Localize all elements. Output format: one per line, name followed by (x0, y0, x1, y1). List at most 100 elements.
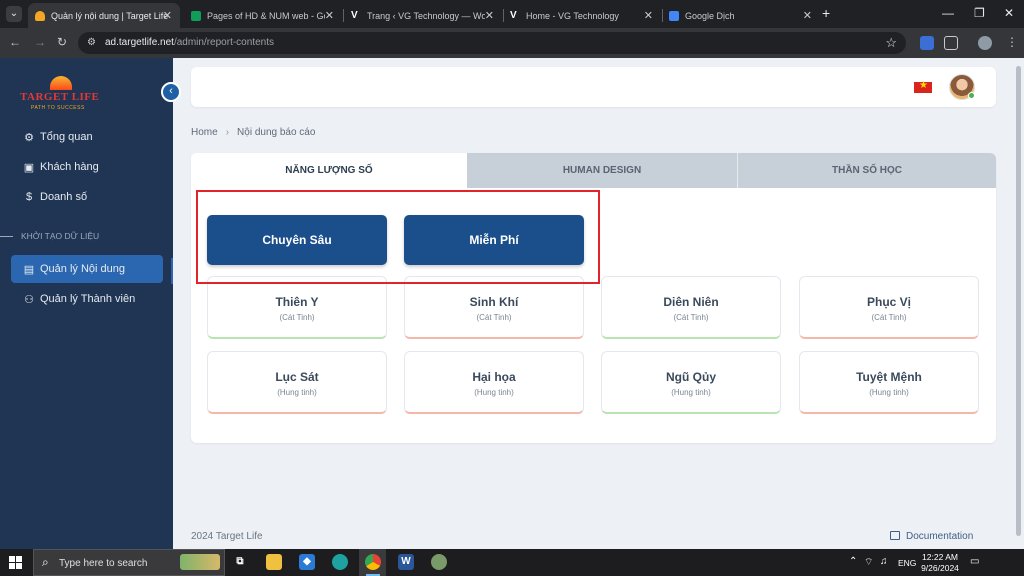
browser-menu-icon[interactable]: ⋮ (1006, 35, 1018, 49)
sidebar-item-label: Doanh số (40, 191, 88, 203)
minimize-icon[interactable]: — (942, 6, 954, 20)
volume-icon[interactable]: ♫ (880, 556, 888, 567)
windows-start-icon[interactable] (9, 556, 22, 569)
collapse-sidebar-icon[interactable]: ‹ (161, 82, 181, 102)
maximize-icon[interactable]: ❐ (974, 6, 985, 20)
sidebar-section-title: KHỞI TẠO DỮ LIỆU (0, 230, 173, 244)
app-icon[interactable] (431, 554, 447, 570)
reload-icon[interactable]: ↻ (57, 35, 67, 49)
documentation-icon (890, 531, 900, 540)
browser-tab-3[interactable]: V Trang ‹ VG Technology — Word ✕ (344, 3, 502, 28)
sidebar-item-revenue[interactable]: $ Doanh số (11, 183, 163, 211)
task-view-icon[interactable]: ⧉ (232, 554, 248, 570)
footer-copyright: 2024 Target Life (191, 531, 263, 542)
chrome-icon[interactable] (365, 554, 381, 570)
browser-tab-4[interactable]: V Home - VG Technology ✕ (503, 3, 661, 28)
top-header: ★ (191, 67, 996, 107)
contact-card-icon: ▣ (23, 161, 35, 174)
tile-name: Phục Vị (866, 295, 911, 309)
windows-taskbar: ⌕ Type here to search ⧉ ◆ W ⌃ ⌔ ♫ ENG 12… (0, 549, 1024, 576)
tile-tuyet-menh[interactable]: Tuyệt Mệnh (Hung tinh) (799, 351, 979, 414)
edge-icon[interactable] (332, 554, 348, 570)
sidebar-item-member-management[interactable]: ⚇ Quản lý Thành viên (11, 285, 163, 313)
profile-avatar-icon[interactable] (978, 36, 992, 50)
tile-sinh-khi[interactable]: Sinh Khí (Cát Tinh) (404, 276, 584, 339)
tray-chevron-icon[interactable]: ⌃ (849, 556, 857, 567)
close-tab-icon[interactable]: ✕ (644, 9, 653, 22)
section-title-text: KHỞI TẠO DỮ LIỆU (21, 231, 100, 241)
back-icon[interactable]: ← (9, 35, 21, 49)
search-highlight-icon[interactable] (180, 554, 220, 570)
new-tab-icon[interactable]: + (822, 5, 830, 21)
browser-tab-1[interactable]: Quản lý nội dung | Target Life ✕ (28, 3, 180, 28)
tab-human-design[interactable]: HUMAN DESIGN (467, 153, 737, 188)
browser-tab-title: Quản lý nội dung | Target Life (51, 10, 169, 21)
browser-tab-title: Google Dịch (685, 10, 735, 21)
sidebar: TARGET LIFE PATH TO SUCCESS ⚙ Tổng quan … (0, 58, 173, 549)
tab-search-icon[interactable]: ⌄ (6, 6, 22, 22)
forward-icon[interactable]: → (34, 35, 46, 49)
vscode-icon[interactable]: ◆ (299, 554, 315, 570)
sidebar-item-content-management[interactable]: ▤ Quản lý Nội dung (11, 255, 163, 283)
site-info-icon[interactable]: ⚙ (87, 37, 99, 49)
tile-phuc-vi[interactable]: Phục Vị (Cát Tinh) (799, 276, 979, 339)
tile-thien-y[interactable]: Thiên Y (Cát Tinh) (207, 276, 387, 339)
content-tabs: NĂNG LƯỢNG SỐ HUMAN DESIGN THẦN SỐ HỌC (191, 153, 996, 188)
vg-favicon-icon: V (351, 9, 358, 21)
browser-tab-5[interactable]: Google Dịch ✕ (662, 3, 820, 28)
tile-name: Tuyệt Mệnh (856, 370, 922, 384)
tile-subtitle: (Hung tinh) (671, 388, 711, 397)
logo-tagline: PATH TO SUCCESS (31, 105, 85, 111)
tile-subtitle: (Hung tinh) (474, 388, 514, 397)
file-explorer-icon[interactable] (266, 554, 282, 570)
page-scrollbar[interactable] (1016, 66, 1021, 536)
tile-luc-sat[interactable]: Lục Sát (Hung tinh) (207, 351, 387, 414)
vietnam-flag-icon[interactable]: ★ (914, 80, 932, 93)
sidebar-item-customers[interactable]: ▣ Khách hàng (11, 153, 163, 181)
tab-than-so-hoc[interactable]: THẦN SỐ HỌC (737, 153, 996, 188)
online-status-dot (968, 92, 975, 99)
clock-date: 9/26/2024 (921, 563, 959, 573)
extensions-puzzle-icon[interactable] (944, 36, 958, 50)
sidebar-item-label: Tổng quan (40, 131, 93, 143)
taskbar-clock[interactable]: 12:22 AM 9/26/2024 (917, 552, 963, 574)
tile-subtitle: (Cát Tinh) (476, 313, 512, 322)
url-path: /admin/report-contents (173, 37, 274, 48)
browser-tab-2[interactable]: Pages of HD & NUM web - Goo ✕ (184, 3, 342, 28)
target-life-logo[interactable]: TARGET LIFE PATH TO SUCCESS (18, 74, 108, 114)
logo-text: TARGET LIFE (20, 91, 100, 103)
close-tab-icon[interactable]: ✕ (325, 9, 334, 22)
close-tab-icon[interactable]: ✕ (485, 9, 494, 22)
tab-nang-luong-so[interactable]: NĂNG LƯỢNG SỐ (191, 153, 467, 188)
breadcrumb-home[interactable]: Home (191, 127, 218, 138)
language-indicator[interactable]: ENG (898, 558, 916, 568)
sidebar-item-label: Quản lý Thành viên (40, 293, 136, 305)
browser-tab-strip: ⌄ Quản lý nội dung | Target Life ✕ Pages… (0, 0, 1024, 28)
documentation-link[interactable]: Documentation (890, 531, 973, 542)
browser-tab-title: Trang ‹ VG Technology — Word (367, 10, 485, 21)
tile-subtitle: (Cát Tinh) (673, 313, 709, 322)
word-icon[interactable]: W (398, 554, 414, 570)
extension-icon[interactable] (920, 36, 934, 50)
section-divider (0, 236, 13, 237)
red-highlight-annotation (196, 190, 600, 284)
tile-dien-nien[interactable]: Diên Niên (Cát Tinh) (601, 276, 781, 339)
sidebar-item-overview[interactable]: ⚙ Tổng quan (11, 123, 163, 151)
breadcrumb: Home › Nội dung báo cáo (191, 127, 315, 138)
bookmark-star-icon[interactable]: ☆ (885, 35, 897, 51)
url-host: ad.targetlife.net (105, 37, 174, 48)
address-bar[interactable]: ⚙ ad.targetlife.net/admin/report-content… (78, 32, 906, 54)
tile-name: Sinh Khí (469, 295, 519, 309)
tile-name: Hại họa (472, 370, 516, 384)
close-window-icon[interactable]: ✕ (1004, 6, 1014, 20)
vg-favicon-icon: V (510, 9, 517, 21)
network-icon[interactable]: ⌔ (864, 556, 873, 569)
close-tab-icon[interactable]: ✕ (803, 9, 812, 22)
notifications-icon[interactable]: ▭ (970, 556, 979, 567)
tile-ngu-quy[interactable]: Ngũ Qủy (Hung tinh) (601, 351, 781, 414)
browser-toolbar: ← → ↻ ⚙ ad.targetlife.net/admin/report-c… (0, 28, 1024, 58)
user-avatar[interactable] (949, 74, 975, 100)
close-tab-icon[interactable]: ✕ (163, 9, 172, 22)
taskbar-search-placeholder: Type here to search (59, 558, 148, 569)
tile-hai-hoa[interactable]: Hại họa (Hung tinh) (404, 351, 584, 414)
